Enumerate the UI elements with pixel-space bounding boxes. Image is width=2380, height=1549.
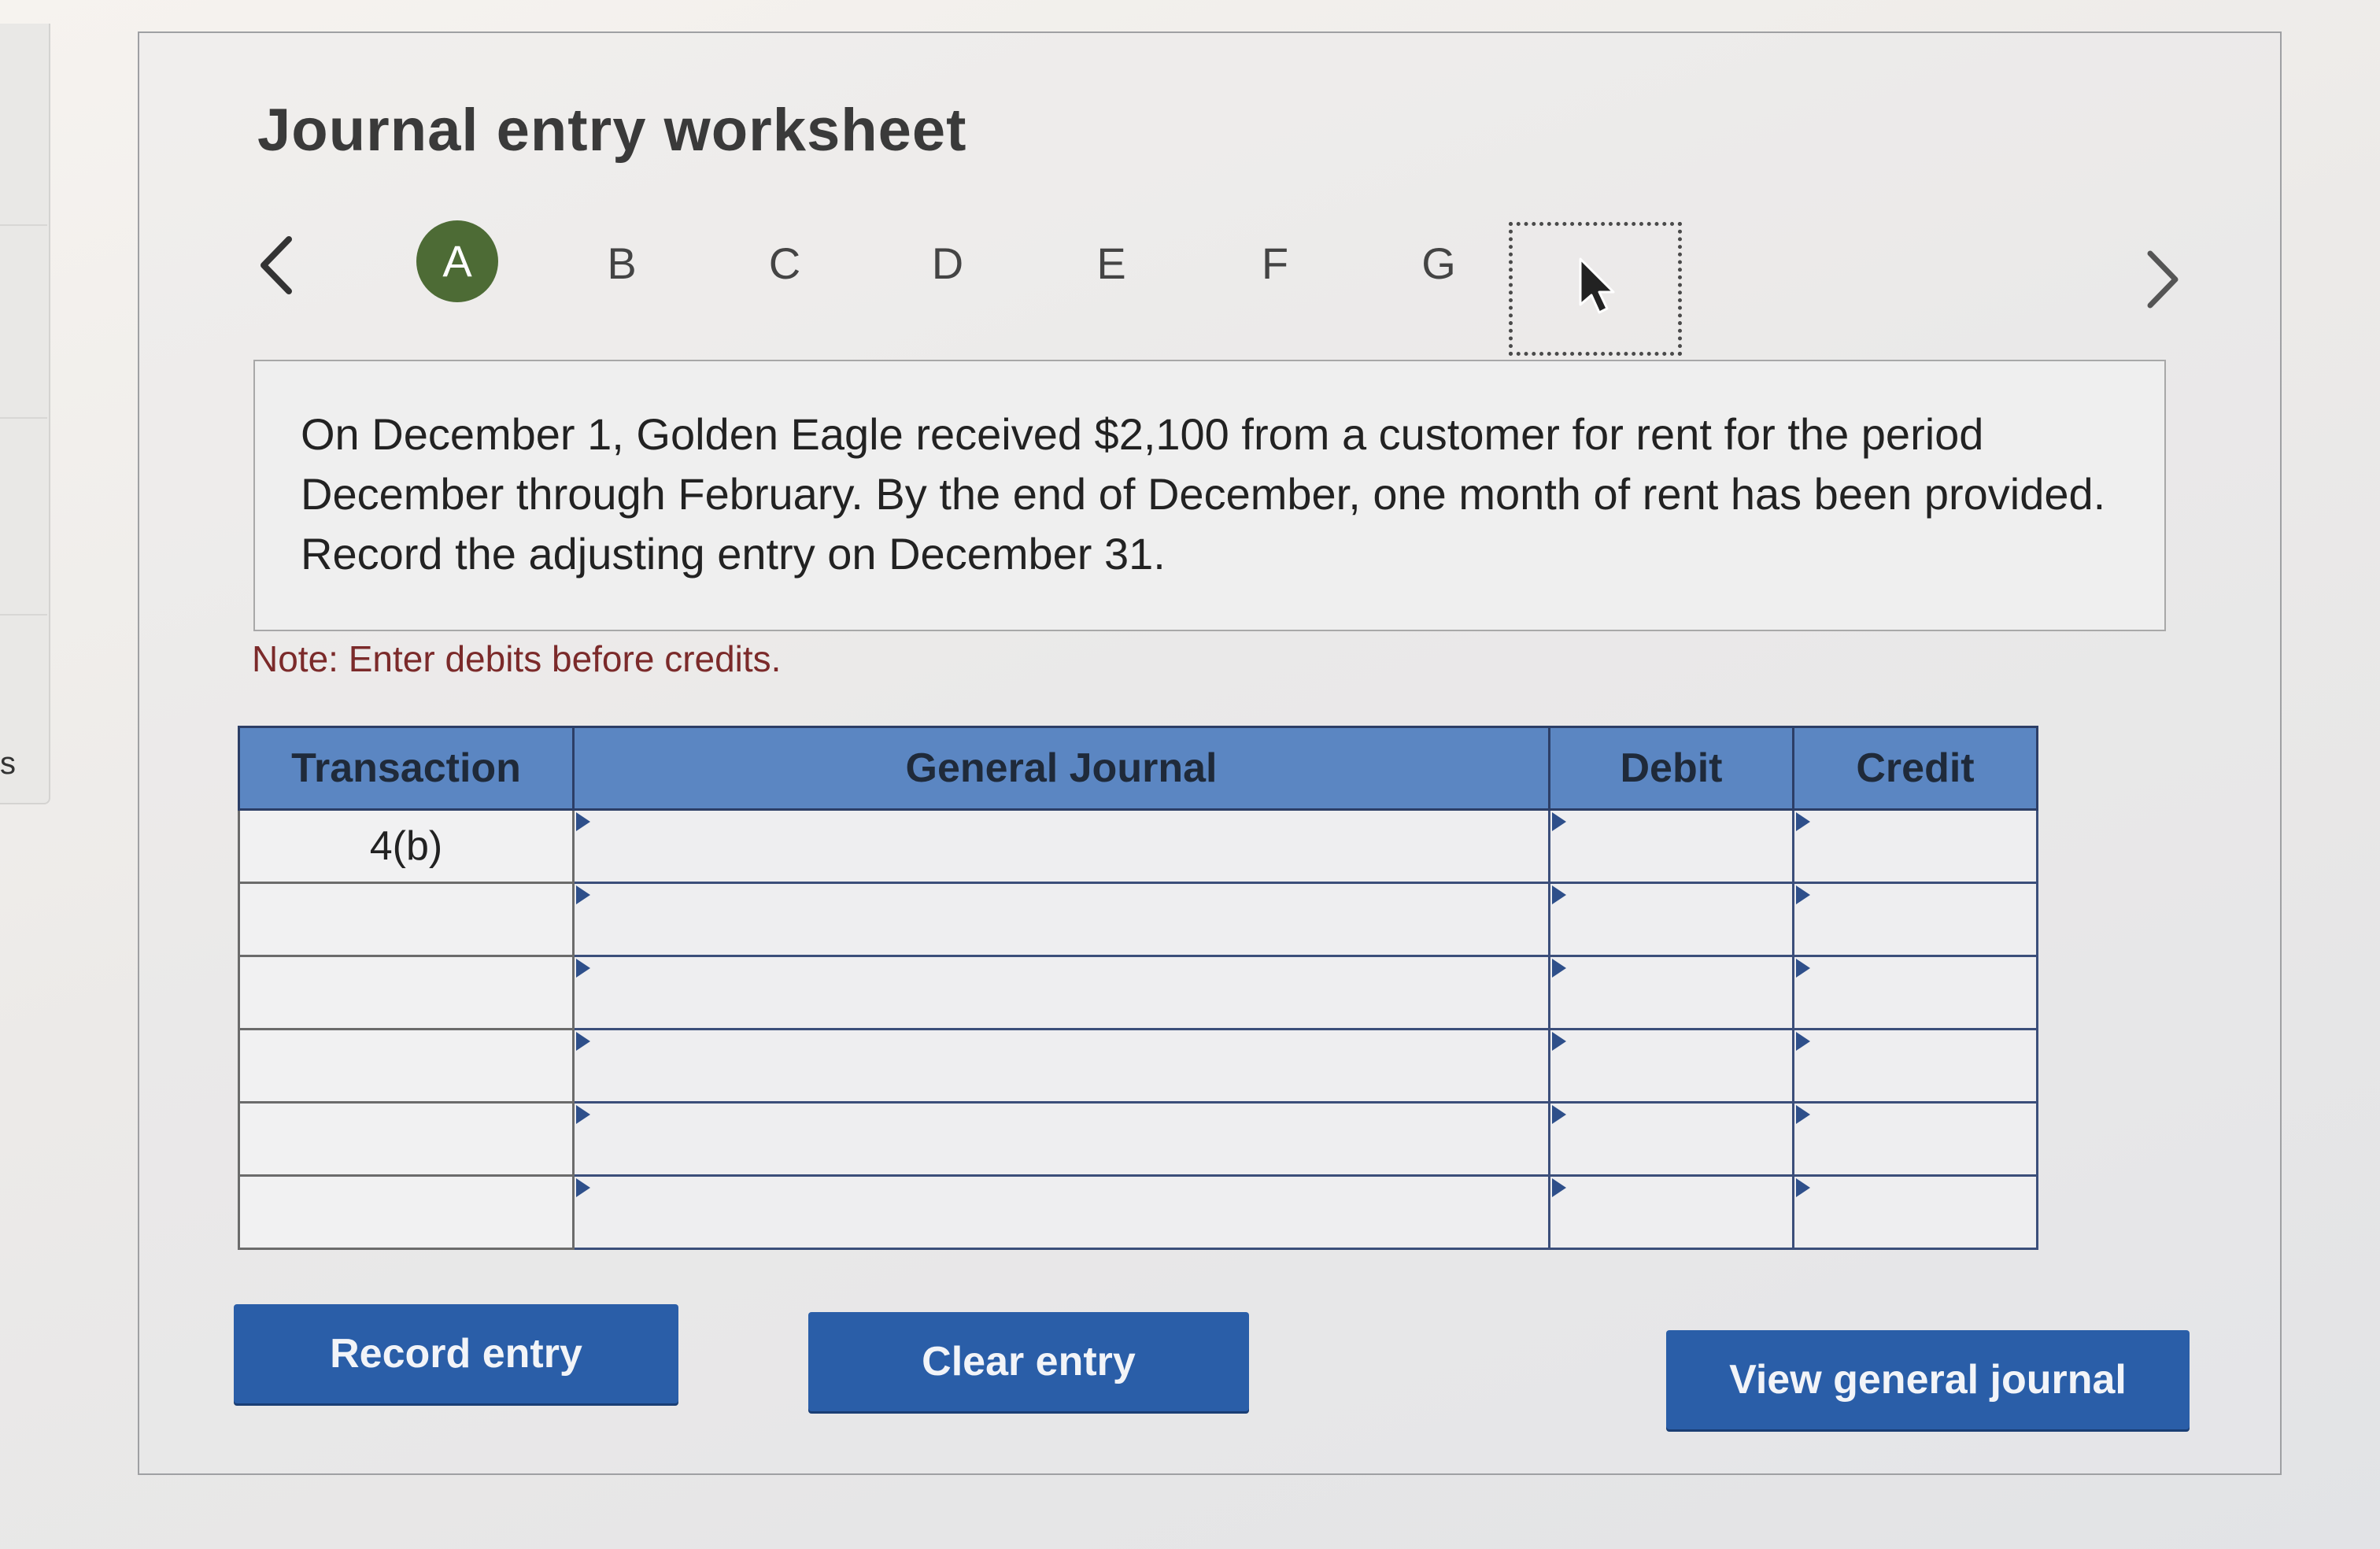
account-input[interactable] (575, 958, 1547, 1027)
question-text-box: On December 1, Golden Eagle received $2,… (253, 360, 2166, 631)
credit-input[interactable] (1795, 811, 2035, 881)
table-row (238, 1101, 2038, 1177)
account-input[interactable] (575, 1177, 1547, 1247)
account-input[interactable] (575, 1031, 1547, 1100)
credit-input[interactable] (1795, 1031, 2035, 1100)
record-entry-button[interactable]: Record entry (234, 1304, 678, 1403)
tab-g[interactable]: G (1395, 220, 1482, 307)
credit-input[interactable] (1795, 1104, 2035, 1174)
credit-cell[interactable] (1792, 882, 2038, 957)
debit-input[interactable] (1551, 1031, 1791, 1100)
table-row: 4(b) (238, 808, 2038, 884)
left-sidebar-edge: s (0, 24, 50, 804)
account-cell[interactable] (572, 1101, 1550, 1177)
transaction-cell (238, 1028, 575, 1104)
transaction-cell (238, 882, 575, 957)
debit-cell[interactable] (1548, 1174, 1794, 1250)
previous-arrow-button[interactable] (249, 230, 305, 301)
clear-entry-button[interactable]: Clear entry (808, 1312, 1249, 1411)
credit-cell[interactable] (1792, 1028, 2038, 1104)
mouse-pointer-icon (1579, 257, 1615, 314)
credit-cell[interactable] (1792, 1174, 2038, 1250)
debit-column-header: Debit (1548, 726, 1794, 811)
debit-input[interactable] (1551, 958, 1791, 1027)
journal-entry-worksheet-panel: Journal entry worksheet A B C D E F G On… (138, 31, 2282, 1475)
transaction-cell: 4(b) (238, 808, 575, 884)
sidebar-edge-text: s (0, 746, 16, 781)
table-row (238, 955, 2038, 1030)
debit-cell[interactable] (1548, 882, 1794, 957)
chevron-left-icon (261, 236, 292, 294)
debit-cell[interactable] (1548, 955, 1794, 1030)
tab-b[interactable]: B (578, 220, 665, 307)
credit-cell[interactable] (1792, 955, 2038, 1030)
tab-c[interactable]: C (741, 220, 828, 307)
debit-input[interactable] (1551, 1104, 1791, 1174)
debit-cell[interactable] (1548, 1028, 1794, 1104)
debit-cell[interactable] (1548, 1101, 1794, 1177)
journal-entry-table: Transaction General Journal Debit Credit… (238, 726, 2038, 1250)
sidebar-divider (0, 417, 47, 419)
account-input[interactable] (575, 885, 1547, 954)
account-cell[interactable] (572, 955, 1550, 1030)
credit-input[interactable] (1795, 1177, 2035, 1247)
question-text: On December 1, Golden Eagle received $2,… (301, 409, 2106, 579)
account-cell[interactable] (572, 808, 1550, 884)
account-input[interactable] (575, 1104, 1547, 1174)
debit-input[interactable] (1551, 811, 1791, 881)
transaction-cell (238, 1174, 575, 1250)
general-journal-column-header: General Journal (572, 726, 1550, 811)
tab-e[interactable]: E (1068, 220, 1155, 307)
sidebar-divider (0, 614, 47, 616)
table-row (238, 882, 2038, 957)
tab-focused-blank[interactable] (1509, 222, 1682, 356)
credit-input[interactable] (1795, 885, 2035, 954)
tab-d[interactable]: D (904, 220, 991, 307)
credit-cell[interactable] (1792, 808, 2038, 884)
account-cell[interactable] (572, 1028, 1550, 1104)
table-row (238, 1174, 2038, 1250)
account-cell[interactable] (572, 1174, 1550, 1250)
table-row (238, 1028, 2038, 1104)
transaction-cell (238, 1101, 575, 1177)
note-text: Note: Enter debits before credits. (252, 638, 782, 679)
credit-cell[interactable] (1792, 1101, 2038, 1177)
debit-cell[interactable] (1548, 808, 1794, 884)
credit-input[interactable] (1795, 958, 2035, 1027)
page-title: Journal entry worksheet (257, 97, 967, 164)
table-header-row: Transaction General Journal Debit Credit (238, 726, 2038, 811)
next-arrow-button[interactable] (2134, 244, 2190, 315)
debit-input[interactable] (1551, 1177, 1791, 1247)
credit-column-header: Credit (1792, 726, 2038, 811)
view-general-journal-button[interactable]: View general journal (1666, 1330, 2190, 1429)
account-input[interactable] (575, 811, 1547, 881)
tab-a[interactable]: A (416, 220, 498, 302)
transaction-cell (238, 955, 575, 1030)
debit-input[interactable] (1551, 885, 1791, 954)
tab-f[interactable]: F (1232, 220, 1318, 307)
sidebar-divider (0, 224, 47, 226)
chevron-right-icon (2147, 250, 2179, 309)
transaction-column-header: Transaction (238, 726, 575, 811)
account-cell[interactable] (572, 882, 1550, 957)
